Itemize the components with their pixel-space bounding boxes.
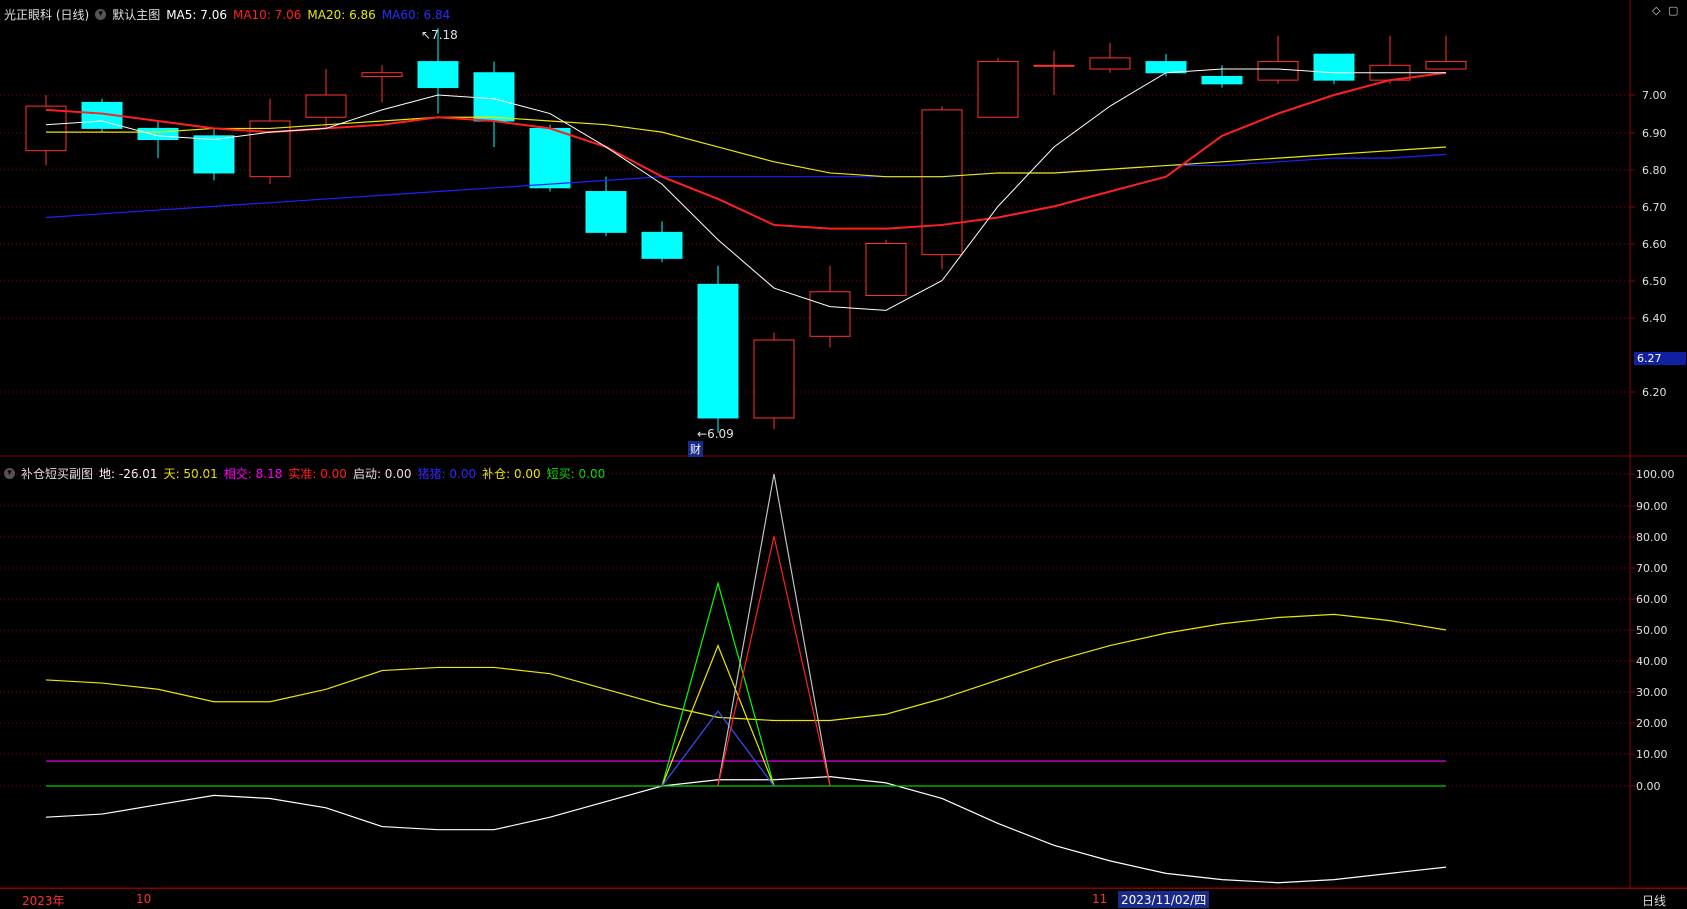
price-tick-label: 6.90	[1642, 127, 1667, 140]
period-button[interactable]: 日线	[1642, 892, 1666, 909]
candle-body-up	[25, 105, 67, 152]
signal-spike	[717, 473, 831, 787]
kline-chart[interactable]: 7.006.906.806.706.606.506.406.20100.0090…	[0, 0, 1687, 908]
candle-body-down	[417, 61, 459, 89]
indicator-tick-label: 60.00	[1636, 593, 1668, 606]
candle-body-up	[921, 109, 963, 256]
price-tick-label: 6.20	[1642, 386, 1667, 399]
month-nov-label: 11	[1092, 892, 1108, 906]
cai-marker[interactable]: 财	[688, 441, 703, 457]
candle-body-up	[1257, 61, 1299, 81]
current-price-label: 6.27	[1634, 352, 1686, 365]
candle-body-up	[809, 291, 851, 337]
price-tick-label: 6.70	[1642, 201, 1667, 214]
price-tick-label: 6.80	[1642, 164, 1667, 177]
indicator-tick-label: 50.00	[1636, 624, 1668, 637]
candle-body-down	[473, 72, 515, 122]
candle-body-up	[865, 243, 907, 296]
price-tick-label: 6.40	[1642, 312, 1667, 325]
time-axis: 2023年 10 11 2023/11/02/四 日线	[0, 888, 1687, 909]
candle-body-up	[361, 72, 403, 77]
candle-body-up	[753, 339, 795, 419]
indicator-tick-label: 10.00	[1636, 748, 1668, 761]
cursor-date: 2023/11/02/四	[1118, 891, 1210, 908]
candle-body-up	[1089, 57, 1131, 70]
candle-body-down	[1313, 53, 1355, 81]
price-tick-label: 6.60	[1642, 238, 1667, 251]
series-line-ffffff	[45, 776, 1447, 884]
candle-body-up	[305, 94, 347, 118]
indicator-tick-label: 30.00	[1636, 686, 1668, 699]
month-oct-label: 10	[136, 892, 152, 906]
candle-body-up	[1033, 64, 1075, 67]
candle-body-down	[1145, 61, 1187, 74]
year-label: 2023年	[22, 894, 65, 908]
ma5-line	[45, 68, 1446, 311]
low-annotation: ←6.09	[697, 427, 734, 441]
candle-body-down	[193, 135, 235, 174]
signal-spike	[661, 710, 775, 787]
candle-body-down	[137, 127, 179, 141]
indicator-tick-label: 0.00	[1636, 780, 1661, 793]
price-tick-label: 6.50	[1642, 275, 1667, 288]
indicator-tick-label: 100.00	[1636, 468, 1675, 481]
signal-spike	[717, 536, 831, 787]
candle-body-down	[585, 191, 627, 233]
indicator-tick-label: 90.00	[1636, 500, 1668, 513]
candle-body-down	[529, 127, 571, 189]
price-tick-label: 7.00	[1642, 89, 1667, 102]
signal-spike	[661, 643, 775, 787]
candle-body-up	[977, 61, 1019, 118]
indicator-tick-label: 80.00	[1636, 531, 1668, 544]
candle-body-down	[1201, 75, 1243, 85]
candle-body-down	[697, 283, 739, 419]
indicator-tick-label: 40.00	[1636, 655, 1668, 668]
high-annotation: ↖7.18	[421, 28, 458, 42]
indicator-tick-label: 20.00	[1636, 717, 1668, 730]
candle-body-up	[1425, 61, 1467, 70]
candle-body-down	[641, 231, 683, 259]
candle-body-up	[249, 120, 291, 178]
indicator-tick-label: 70.00	[1636, 562, 1668, 575]
